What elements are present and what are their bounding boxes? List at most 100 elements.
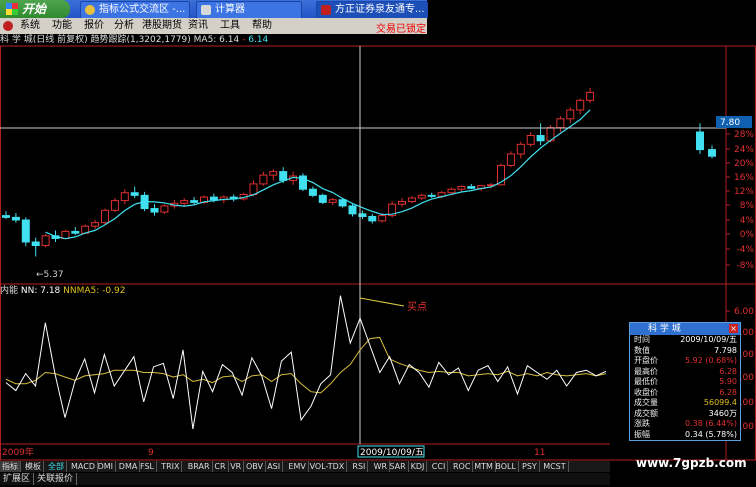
indicator-tab[interactable]: MACD [69,461,98,472]
candle-body [180,200,189,204]
sub-indicator-name: 内能 [0,286,19,296]
annotation-pointer [359,297,405,307]
indicator-tab[interactable]: ASI [265,461,284,472]
info-panel-title: 科 学 城 [648,324,681,334]
menu-function[interactable]: 功能 [52,19,72,33]
indicator-tab[interactable]: MTM [472,461,496,472]
y-tick-label: 0% [740,230,755,240]
indicator-tab[interactable]: VOL-TDX [308,461,348,472]
info-panel-header[interactable]: 科 学 城 × [630,323,740,335]
candle-body [150,208,159,213]
info-row-key: 振幅 [634,429,650,439]
indicator-tab[interactable]: CCI [430,461,449,472]
candle-body [378,215,387,222]
indicator-tab[interactable]: FSL [138,461,157,472]
bottom-tab[interactable]: 扩展区 [0,473,35,485]
indicator-tab[interactable]: 指标 [0,461,21,472]
info-row-key: 开盘价 [634,356,658,365]
indicator-tab[interactable]: EMV [286,461,309,472]
windows-logo-icon [6,3,18,15]
ma-value: 6.14 [248,35,269,45]
info-row-value: 1.45% [712,440,737,441]
candle-body [110,200,119,211]
taskbar-item-calculator[interactable]: 计算器 [196,1,302,19]
candle-body [398,201,406,205]
candle-body [31,241,40,247]
indicator-tab[interactable]: KDJ [409,461,428,472]
x-tick-label: 11 [534,448,545,458]
y-tick-label: 24% [734,145,754,155]
indicator-tab[interactable]: BOLL [493,461,519,472]
info-row: 涨跌 0.38 (6.44%) [630,419,740,430]
menu-tools[interactable]: 工具 [220,19,240,33]
indicator-tab[interactable]: MCST [541,461,569,472]
info-row-key: 时间 [634,335,650,344]
bottom-tab-bar: 扩展区 关联报价 [0,473,610,485]
indicator-tab[interactable]: CR [212,461,229,472]
candle-body [120,192,129,202]
candle-body [526,135,535,145]
info-row-value: 7.798 [714,345,737,355]
indicator-tab[interactable]: 模板 [23,461,44,472]
menu-analysis[interactable]: 分析 [114,19,134,33]
close-icon[interactable]: × [729,324,738,333]
indicator-tab[interactable]: ROC [451,461,474,472]
info-row: 开盘价 5.92 (0.68%) [630,356,740,367]
info-panel[interactable]: 科 学 城 × 时间 2009/10/09/五数值 7.798 开盘价 5.92 (0.… [629,322,741,441]
app-menu-icon[interactable] [3,21,13,31]
low-price-label: ←5.37 [36,270,64,280]
candle-body [190,200,199,203]
menu-hk-futures[interactable]: 港股期货 [142,19,182,33]
indicator-tab[interactable]: DMI [96,461,117,472]
menu-help[interactable]: 帮助 [252,19,272,33]
info-row: 成交量 56099.4 [630,398,740,409]
indicator-tab[interactable]: TRIX [159,461,183,472]
sub-chart-header: 内能 NN: 7.18 NNMA5: -0.92 [0,285,125,297]
info-row-value: 2009/10/09/五 [680,335,737,344]
task-label: 计算器 [215,4,245,15]
candle-body [516,143,525,155]
candle-body [427,194,436,197]
info-row: 最高价 6.28 [630,367,740,378]
menu-system[interactable]: 系统 [20,19,40,33]
start-label: 开始 [22,2,47,16]
candle-body [457,186,466,190]
taskbar-item-forum[interactable]: 指标公式交流区 -... [80,1,190,19]
y-tick-label: 16% [734,173,754,183]
info-row-value: 5.90 [719,377,737,386]
indicator-tab[interactable]: VR [228,461,245,472]
info-row: 最低价 5.90 [630,377,740,388]
info-panel-rows: 时间 2009/10/09/五数值 7.798 开盘价 5.92 (0.68%) 最高价 6… [630,335,740,441]
info-row-key: 成交量 [634,398,658,407]
candle-body [708,149,716,157]
main-chart-header: 科 学 城(日线 前复权) 趋势跟踪(1,3202,1779) MA5: 6.1… [0,35,269,45]
indicator-tab[interactable]: DMA [117,461,141,472]
menu-info[interactable]: 资讯 [188,19,208,33]
info-row-value: 5.92 (0.68%) [684,356,737,365]
trade-lock-status[interactable]: 交易已锁定 [376,20,426,35]
candle-body [91,222,100,227]
indicator-tab[interactable]: RSI [350,461,369,472]
info-row: 数值 7.798 [630,346,740,357]
x-tick-label: 2009年 [2,446,34,458]
candle-body [130,192,139,196]
candle-body [338,199,347,207]
nnma-line [5,336,607,394]
nn-value: NN: 7.18 [20,286,61,296]
taskbar-item-founder[interactable]: 方正证券泉友通专... [316,1,428,19]
indicator-tab[interactable]: BRAR [186,461,213,472]
indicator-tab[interactable]: PSY [520,461,540,472]
candle-body [368,215,377,222]
menu-quote[interactable]: 报价 [84,19,104,33]
indicator-tab[interactable]: 全部 [46,461,67,472]
candle-body [308,188,317,196]
start-button[interactable]: 开始 [0,0,70,18]
indicator-tab[interactable]: OBV [244,461,267,472]
candle-body [328,199,337,203]
info-row: 换手率 1.45% [630,440,740,441]
indicator-tab[interactable]: SAR [387,461,409,472]
bottom-tab[interactable]: 关联报价 [34,473,78,485]
candle-body [2,215,10,218]
candle-body [536,135,545,142]
calculator-icon [201,5,211,15]
